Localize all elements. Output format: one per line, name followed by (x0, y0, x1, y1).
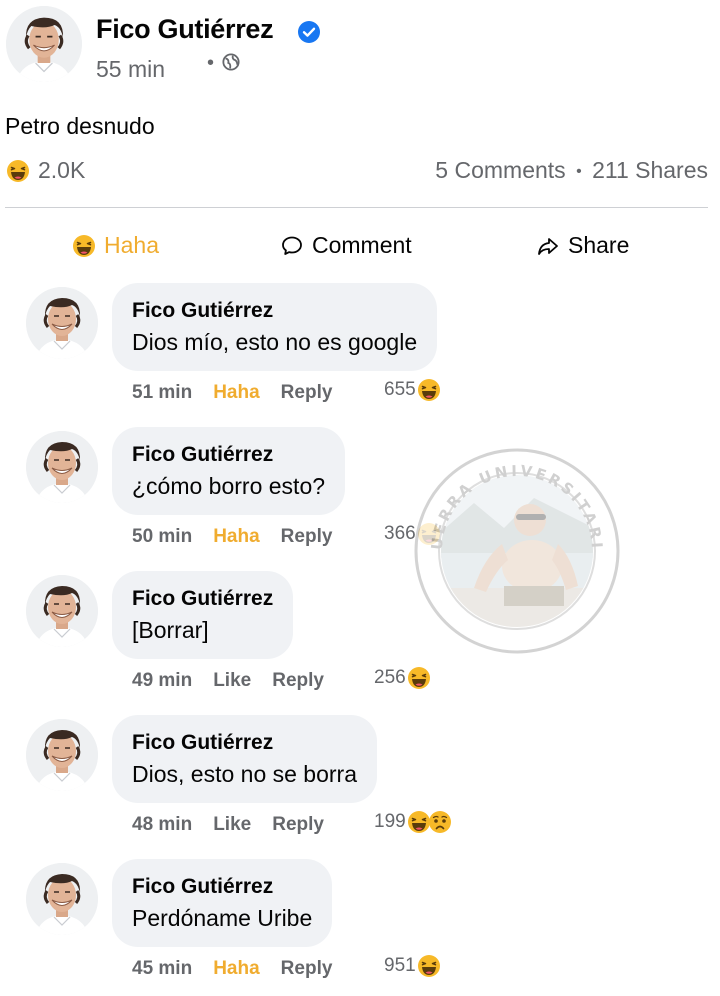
shares-count-link[interactable]: 211 Shares (592, 157, 708, 183)
comment-text: Dios mío, esto no es google (132, 329, 418, 355)
reaction-summary[interactable]: 2.0K (6, 157, 85, 184)
comment-reaction-number: 199 (374, 811, 406, 832)
comment-reaction-number: 951 (384, 955, 416, 976)
comment-bubble: Fico Gutiérrez Dios, esto no se borra (112, 715, 378, 803)
comment-avatar[interactable] (26, 287, 98, 359)
haha-icon (72, 234, 96, 258)
comment-time[interactable]: 51 min (132, 382, 192, 404)
divider (5, 207, 708, 208)
separator-dot: • (207, 52, 215, 74)
comment-reply-button[interactable]: Reply (281, 382, 333, 404)
share-button[interactable]: Share (536, 232, 629, 259)
comment-avatar[interactable] (26, 719, 98, 791)
comment-like-button[interactable]: Like (213, 670, 251, 692)
comment-author[interactable]: Fico Gutiérrez (132, 873, 312, 901)
comment-author[interactable]: Fico Gutiérrez (132, 297, 417, 325)
comment-label: Comment (312, 232, 412, 258)
comment-reply-button[interactable]: Reply (281, 526, 333, 548)
comment-bubble: Fico Gutiérrez Perdóname Uribe (112, 859, 333, 947)
comment-haha-button[interactable]: Haha (213, 958, 259, 980)
post-author-name[interactable]: Fico Gutiérrez (96, 14, 274, 45)
comment-avatar[interactable] (26, 575, 98, 647)
comment-reply-button[interactable]: Reply (272, 814, 324, 836)
stats-separator: • (576, 163, 582, 180)
haha-reaction-icon (6, 159, 30, 183)
post-timestamp[interactable]: 55 min (96, 56, 165, 83)
comment-meta: 50 min Haha Reply (132, 526, 353, 548)
comment-meta: 49 min Like Reply (132, 670, 345, 692)
comment-author[interactable]: Fico Gutiérrez (132, 441, 325, 469)
haha-reaction-icon (417, 378, 441, 402)
comment-reaction-count[interactable]: 951 (384, 954, 441, 978)
comment-reaction-count[interactable]: 655 (384, 378, 441, 402)
comments-count-link[interactable]: 5 Comments (435, 157, 565, 183)
comment-bubble: Fico Gutiérrez Dios mío, esto no es goog… (112, 283, 438, 371)
comment-text: Dios, esto no se borra (132, 761, 358, 787)
post-stats: 5 Comments • 211 Shares (435, 157, 708, 184)
comment-author[interactable]: Fico Gutiérrez (132, 585, 273, 613)
watermark-seal: GUERRA UNIVERSITARIA HAIL GU (414, 448, 620, 654)
share-arrow-icon (538, 237, 558, 255)
comment-reaction-count[interactable]: 256 (374, 666, 431, 690)
reaction-count: 2.0K (38, 157, 86, 183)
comment-meta: 48 min Like Reply (132, 814, 345, 836)
comment-time[interactable]: 49 min (132, 670, 192, 692)
comment-button[interactable]: Comment (280, 232, 412, 259)
comment-author[interactable]: Fico Gutiérrez (132, 729, 357, 757)
comment-reaction-number: 655 (384, 379, 416, 400)
author-avatar[interactable] (6, 6, 82, 82)
comment-text: ¿cómo borro esto? (132, 473, 326, 499)
comment-time[interactable]: 50 min (132, 526, 192, 548)
haha-reaction-icon (407, 666, 431, 690)
comment-haha-button[interactable]: Haha (213, 526, 259, 548)
comment-text: Perdóname Uribe (132, 905, 313, 931)
comment-avatar[interactable] (26, 863, 98, 935)
comment-meta: 45 min Haha Reply (132, 958, 353, 980)
comment-avatar[interactable] (26, 431, 98, 503)
globe-icon (222, 53, 240, 71)
haha-reaction-icon (417, 954, 441, 978)
haha-action-button[interactable]: Haha (72, 232, 159, 259)
comment-text: [Borrar] (132, 617, 209, 643)
comment-reaction-count[interactable]: 199 (374, 810, 452, 834)
post-visibility: • (207, 52, 240, 75)
comment-meta: 51 min Haha Reply (132, 382, 353, 404)
haha-action-label: Haha (104, 232, 159, 258)
comment-reply-button[interactable]: Reply (281, 958, 333, 980)
comment-time[interactable]: 45 min (132, 958, 192, 980)
share-label: Share (568, 232, 630, 258)
post-text: Petro desnudo (5, 113, 155, 139)
comment-bubble: Fico Gutiérrez [Borrar] (112, 571, 294, 659)
comment-reply-button[interactable]: Reply (272, 670, 324, 692)
comment-reaction-number: 366 (384, 523, 416, 544)
comment-bubble: Fico Gutiérrez ¿cómo borro esto? (112, 427, 346, 515)
comment-time[interactable]: 48 min (132, 814, 192, 836)
comment-bubble-icon (282, 236, 302, 255)
verified-badge-icon (298, 21, 320, 43)
comment-haha-button[interactable]: Haha (213, 382, 259, 404)
comment-reaction-number: 256 (374, 667, 406, 688)
sad-reaction-icon (428, 810, 452, 834)
comment-like-button[interactable]: Like (213, 814, 251, 836)
